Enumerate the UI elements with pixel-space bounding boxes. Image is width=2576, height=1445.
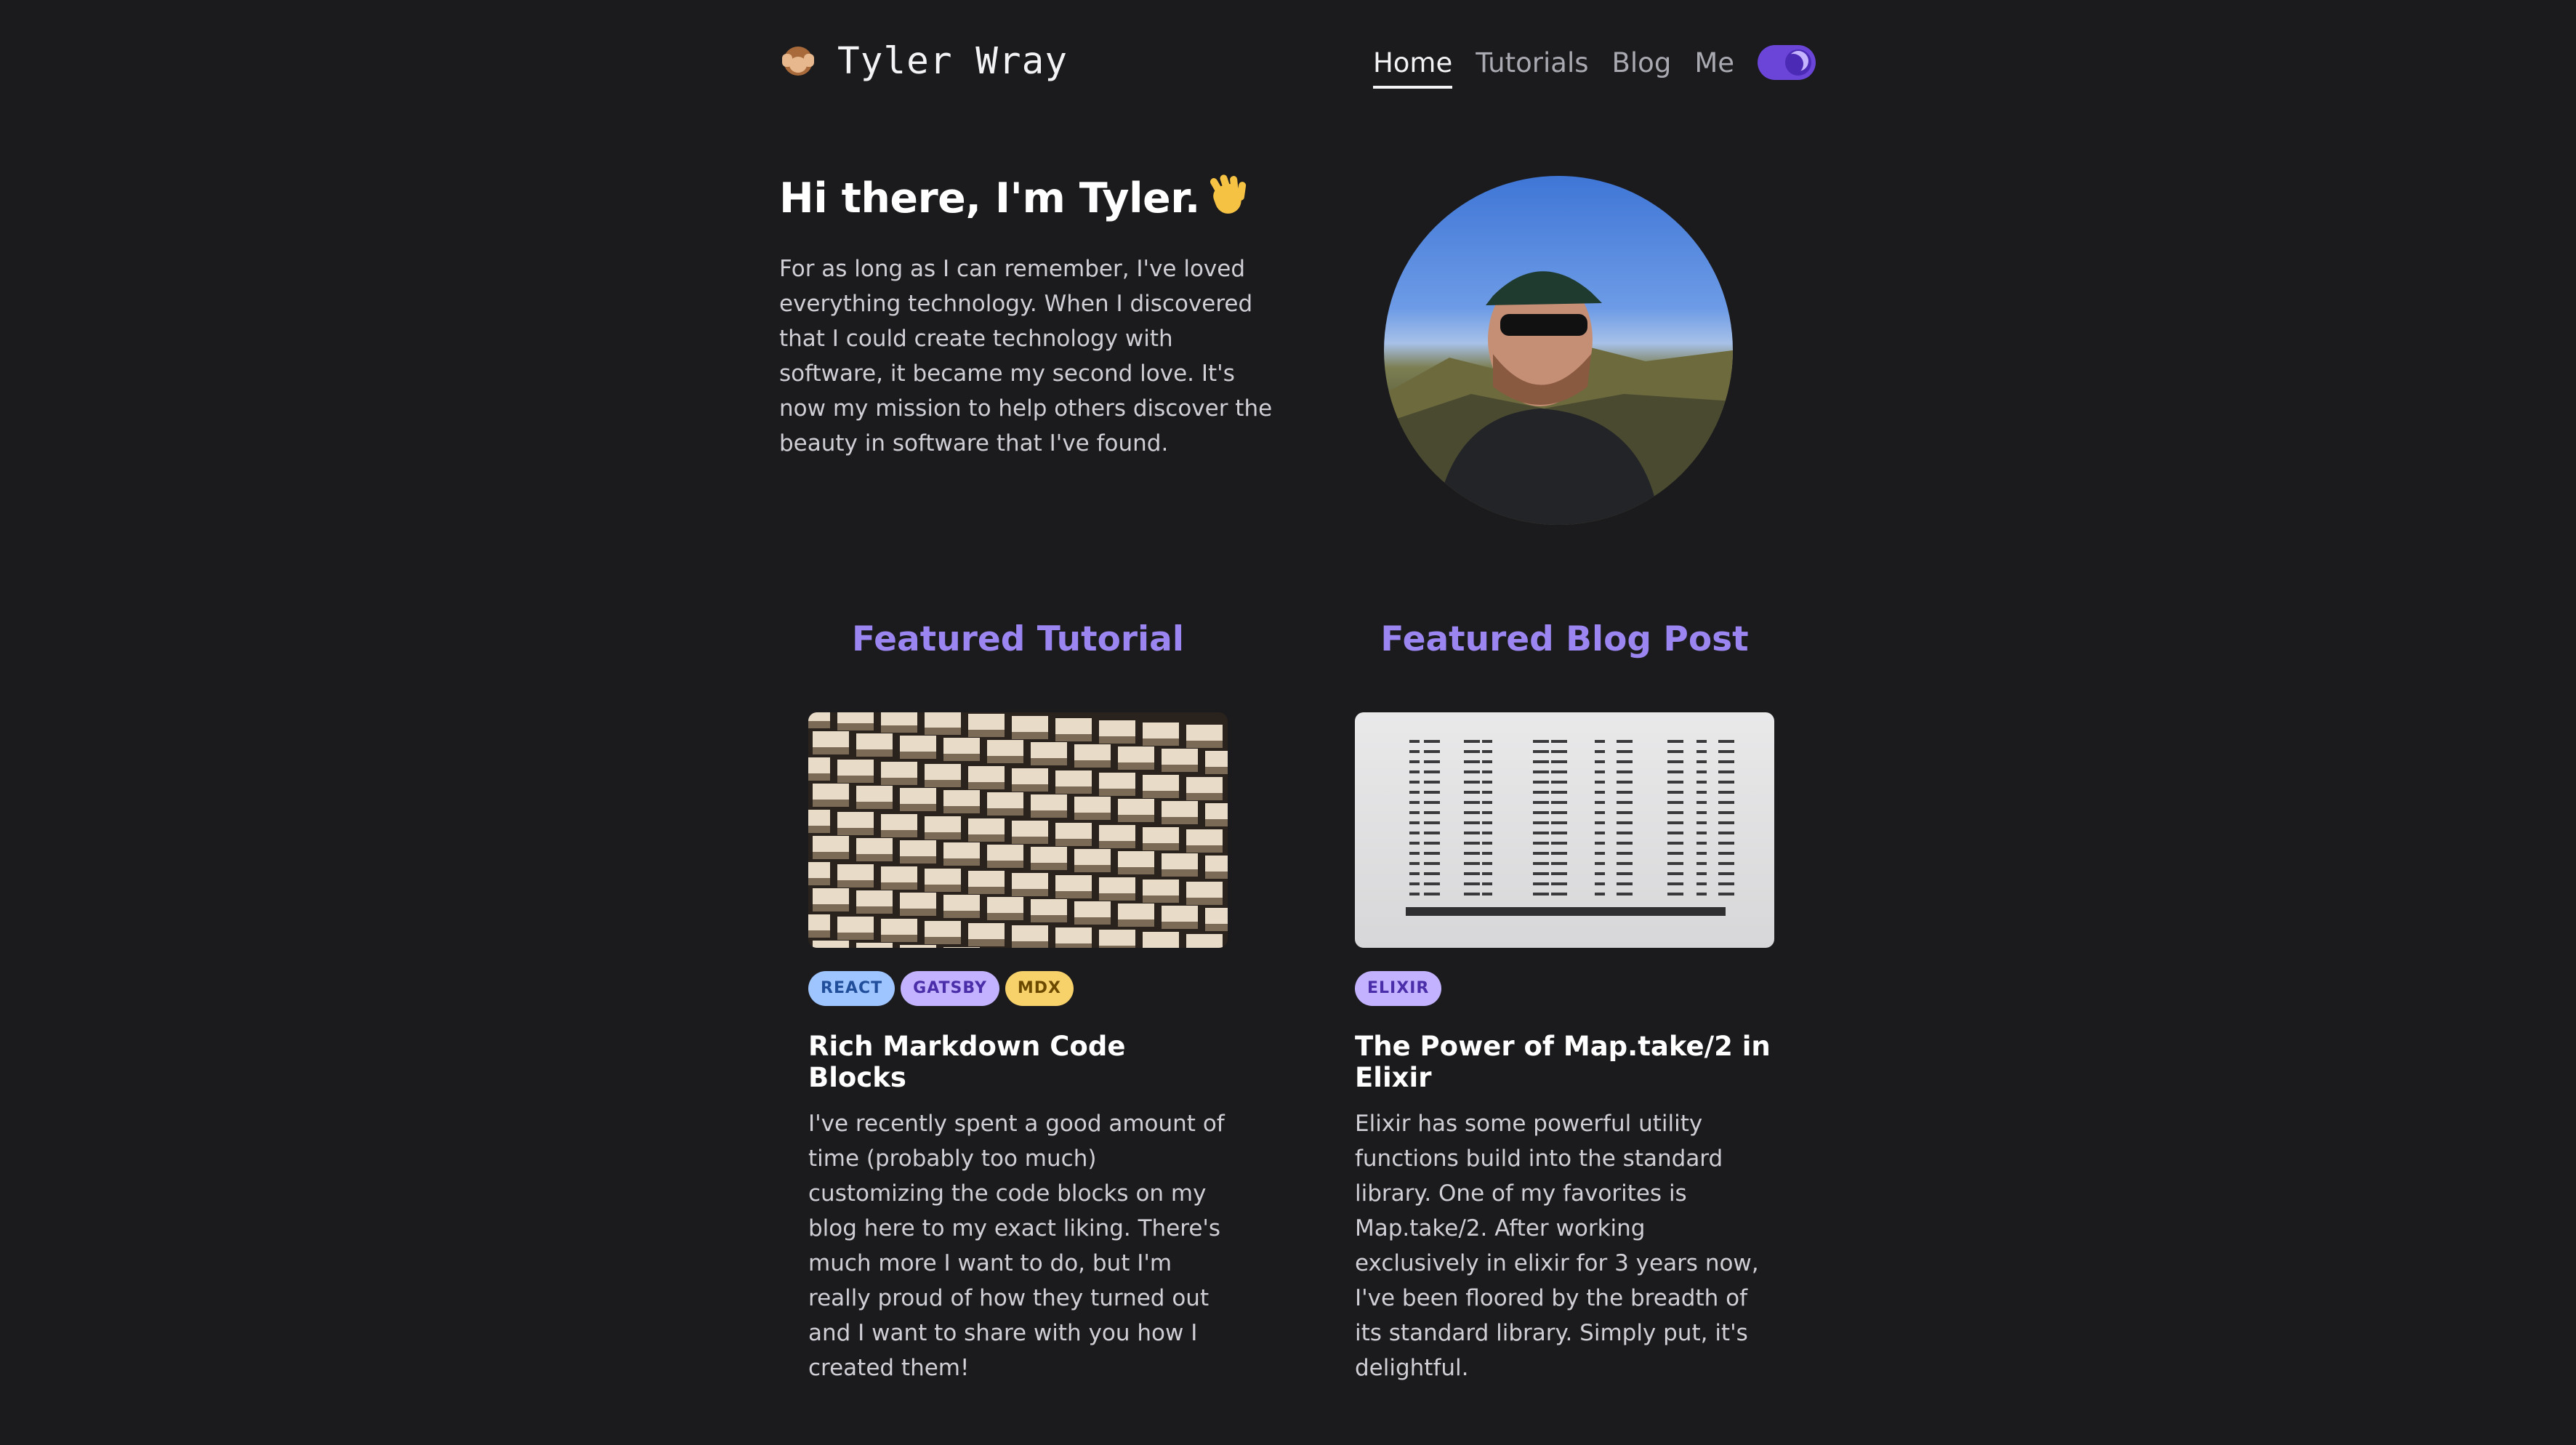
site-brand[interactable]: Tyler Wray bbox=[779, 40, 1068, 83]
tutorial-tags: REACT GATSBY MDX bbox=[808, 971, 1228, 1006]
tag-react[interactable]: REACT bbox=[808, 971, 895, 1006]
hero-intro: For as long as I can remember, I've love… bbox=[779, 256, 1273, 456]
post-excerpt: Elixir has some powerful utility functio… bbox=[1355, 1111, 1759, 1381]
nav-tutorials[interactable]: Tutorials bbox=[1476, 47, 1588, 79]
tutorial-excerpt: I've recently spent a good amount of tim… bbox=[808, 1111, 1225, 1381]
main-nav: Home Tutorials Blog Me bbox=[1372, 41, 1816, 89]
nav-home[interactable]: Home bbox=[1372, 47, 1453, 89]
post-title[interactable]: The Power of Map.take/2 in Elixir bbox=[1355, 1031, 1774, 1093]
hero-title-text: Hi there, I'm Tyler. bbox=[779, 174, 1200, 222]
see-no-evil-monkey-icon bbox=[779, 42, 817, 80]
featured-tutorial-heading: Featured Tutorial bbox=[851, 619, 1184, 659]
featured-tutorial-card[interactable]: REACT GATSBY MDX Rich Markdown Code Bloc… bbox=[808, 712, 1228, 1385]
featured-post-card[interactable]: ELIXIR The Power of Map.take/2 in Elixir… bbox=[1355, 712, 1774, 1385]
tag-gatsby[interactable]: GATSBY bbox=[901, 971, 999, 1006]
avatar bbox=[1384, 176, 1733, 525]
page: Tyler Wray Home Tutorials Blog Me Hi the… bbox=[0, 0, 2576, 1445]
site-title[interactable]: Tyler Wray bbox=[837, 40, 1068, 83]
waving-hand-icon bbox=[1206, 174, 1248, 217]
tag-elixir[interactable]: ELIXIR bbox=[1355, 971, 1442, 1006]
nav-me[interactable]: Me bbox=[1694, 47, 1734, 79]
post-tags: ELIXIR bbox=[1355, 971, 1774, 1006]
post-thumbnail[interactable] bbox=[1355, 712, 1774, 948]
tutorial-title[interactable]: Rich Markdown Code Blocks bbox=[808, 1031, 1228, 1093]
tag-mdx[interactable]: MDX bbox=[1005, 971, 1074, 1006]
hero-title: Hi there, I'm Tyler. bbox=[779, 174, 1248, 222]
content-wrapper: Tyler Wray Home Tutorials Blog Me Hi the… bbox=[779, 0, 1816, 1445]
tutorial-thumbnail[interactable] bbox=[808, 712, 1228, 948]
theme-toggle[interactable] bbox=[1758, 45, 1816, 80]
nav-blog[interactable]: Blog bbox=[1612, 47, 1672, 79]
featured-post-heading: Featured Blog Post bbox=[1380, 619, 1749, 659]
moon-icon bbox=[1783, 54, 1803, 74]
